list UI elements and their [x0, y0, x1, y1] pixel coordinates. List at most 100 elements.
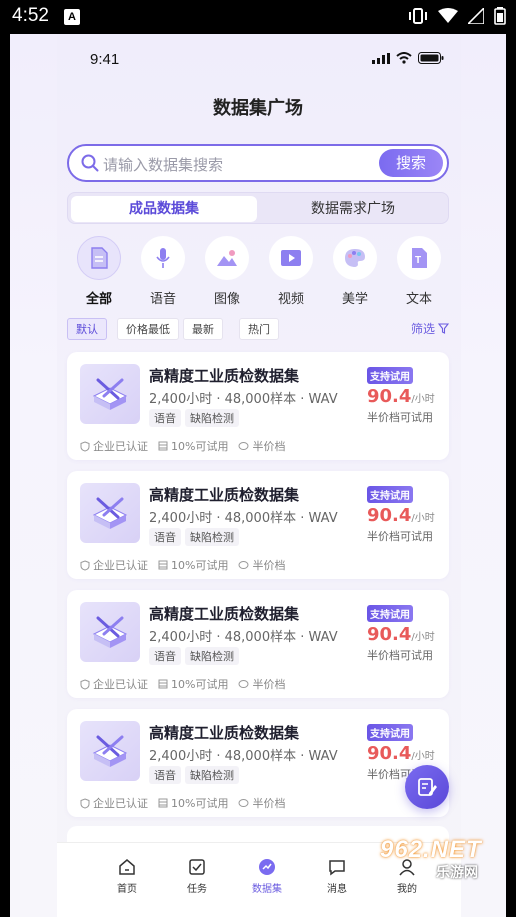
- wifi-icon: [438, 8, 458, 23]
- vibrate-icon: [409, 8, 427, 24]
- dataset-card[interactable]: 高精度工业质检数据集 2,400小时 · 48,000样本 · WAV 语音 缺…: [67, 709, 449, 817]
- half-price-note: 半价档可试用: [367, 649, 433, 662]
- dataset-title: 高精度工业质检数据集: [149, 486, 300, 504]
- tab-data-demand-square[interactable]: 数据需求广场: [260, 196, 446, 222]
- dataset-tags: 语音 缺陷检测: [149, 409, 239, 427]
- sort-chip-newest[interactable]: 最新: [183, 318, 223, 340]
- half-price-tier-label: 半价档: [238, 795, 285, 811]
- coin-icon: [238, 442, 249, 450]
- tag: 语音: [149, 409, 181, 427]
- dataset-title: 高精度工业质检数据集: [149, 724, 300, 742]
- dataset-title: 高精度工业质检数据集: [149, 367, 300, 385]
- dataset-meta: 2,400小时 · 48,000样本 · WAV: [149, 392, 338, 407]
- system-time: 4:52: [12, 5, 49, 26]
- dataset-price: 90.4/小时: [367, 386, 435, 407]
- trial-badge: 支持试用: [367, 724, 413, 741]
- tab-label: 数据集: [252, 884, 282, 895]
- database-icon: [158, 560, 168, 570]
- tab-tasks[interactable]: 任务: [167, 857, 227, 895]
- certified-label: 企业已认证: [80, 676, 148, 692]
- filter-button[interactable]: 筛选: [411, 320, 449, 337]
- search-input[interactable]: 请输入数据集搜索: [103, 154, 223, 175]
- coin-icon: [238, 680, 249, 688]
- card-footer: 企业已认证 10%可试用 半价档: [80, 557, 285, 573]
- text-file-icon: T: [412, 248, 427, 268]
- funnel-icon: [438, 323, 449, 334]
- dataset-tags: 语音 缺陷检测: [149, 528, 239, 546]
- search-button[interactable]: 搜索: [379, 149, 443, 177]
- dataset-price: 90.4/小时: [367, 743, 435, 764]
- card-footer: 企业已认证 10%可试用 半价档: [80, 676, 285, 692]
- certified-label: 企业已认证: [80, 557, 148, 573]
- segmented-tabs: 成品数据集 数据需求广场: [67, 192, 449, 224]
- search-bar[interactable]: 请输入数据集搜索 搜索: [67, 144, 449, 182]
- dataset-title: 高精度工业质检数据集: [149, 605, 300, 623]
- category-text[interactable]: T 文本: [391, 236, 447, 307]
- category-label: 美学: [341, 292, 368, 307]
- tab-datasets[interactable]: 数据集: [237, 857, 297, 895]
- category-image[interactable]: 图像: [199, 236, 255, 307]
- dataset-card[interactable]: 高精度工业质检数据集 2,400小时 · 48,000样本 · WAV 语音 缺…: [67, 590, 449, 698]
- tag: 语音: [149, 528, 181, 546]
- sort-chip-default[interactable]: 默认: [67, 318, 107, 340]
- database-icon: [158, 798, 168, 808]
- filter-label: 筛选: [410, 322, 435, 336]
- tag: 缺陷检测: [185, 647, 239, 665]
- category-label: 文本: [405, 292, 432, 307]
- system-indicators: [408, 7, 506, 25]
- tab-label: 任务: [187, 884, 207, 895]
- tab-messages[interactable]: 消息: [307, 857, 367, 895]
- svg-text:T: T: [415, 255, 421, 266]
- tab-label: 消息: [327, 884, 347, 895]
- watermark-brand: 962.NET: [380, 836, 482, 863]
- half-price-tier-label: 半价档: [238, 676, 285, 692]
- card-footer: 企业已认证 10%可试用 半价档: [80, 795, 285, 811]
- category-video[interactable]: 视频: [263, 236, 319, 307]
- dataset-price: 90.4/小时: [367, 624, 435, 645]
- tag: 缺陷检测: [185, 409, 239, 427]
- tab-home[interactable]: 首页: [97, 857, 157, 895]
- microphone-icon: [156, 248, 170, 268]
- coin-icon: [238, 799, 249, 807]
- battery-icon: [418, 52, 444, 64]
- category-row: 全部 语音 图像 视频 美学 T 文本: [67, 236, 449, 307]
- dataset-card[interactable]: 高精度工业质检数据集 2,400小时 · 48,000样本 · WAV 语音 缺…: [67, 471, 449, 579]
- trial-badge: 支持试用: [367, 367, 413, 384]
- category-voice[interactable]: 语音: [135, 236, 191, 307]
- search-icon: [81, 154, 99, 172]
- category-aesthetics[interactable]: 美学: [327, 236, 383, 307]
- create-request-button[interactable]: [405, 765, 449, 809]
- dataset-meta: 2,400小时 · 48,000样本 · WAV: [149, 749, 338, 764]
- dataset-thumbnail: [80, 483, 140, 543]
- category-label: 视频: [277, 292, 304, 307]
- cellular-icon: [372, 52, 390, 64]
- home-icon: [119, 859, 135, 875]
- dataset-card[interactable]: 高精度工业质检数据集 2,400小时 · 48,000样本 · WAV 语音 缺…: [67, 352, 449, 460]
- half-price-note: 半价档可试用: [367, 411, 433, 424]
- sort-chip-hot[interactable]: 热门: [239, 318, 279, 340]
- notification-icon: A: [64, 9, 80, 25]
- wifi-icon: [396, 52, 412, 64]
- trial-percent-label: 10%可试用: [158, 557, 228, 573]
- dataset-thumbnail: [80, 602, 140, 662]
- video-icon: [281, 250, 301, 266]
- coin-icon: [238, 561, 249, 569]
- shield-icon: [80, 559, 90, 571]
- trial-percent-label: 10%可试用: [158, 438, 228, 454]
- category-all[interactable]: 全部: [71, 236, 127, 307]
- tag: 语音: [149, 766, 181, 784]
- page-title: 数据集广场: [213, 98, 303, 119]
- sort-chip-lowest-price[interactable]: 价格最低: [117, 318, 179, 340]
- image-icon: [217, 250, 237, 266]
- inner-status-indicators: [372, 52, 444, 64]
- trial-badge: 支持试用: [367, 605, 413, 622]
- dataset-thumbnail: [80, 364, 140, 424]
- tools-icon: [92, 497, 128, 529]
- certified-label: 企业已认证: [80, 438, 148, 454]
- tab-label: 首页: [117, 884, 137, 895]
- category-label: 全部: [85, 292, 112, 307]
- palette-icon: [345, 249, 365, 267]
- tab-finished-datasets[interactable]: 成品数据集: [71, 196, 257, 222]
- card-footer: 企业已认证 10%可试用 半价档: [80, 438, 285, 454]
- shield-icon: [80, 440, 90, 452]
